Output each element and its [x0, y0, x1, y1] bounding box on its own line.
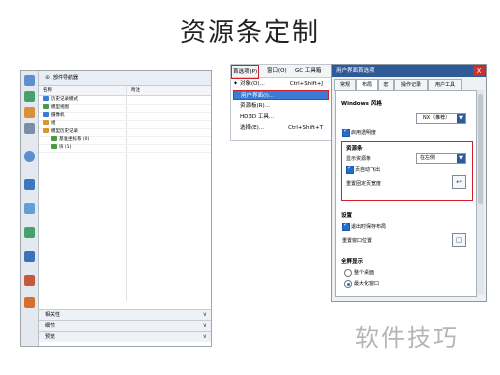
slide-title: 资源条定制	[179, 18, 320, 48]
clock-icon[interactable]	[24, 203, 35, 214]
shortcut-label: Ctrl+Shift+T	[288, 125, 323, 131]
column-name[interactable]: 名称	[43, 86, 52, 95]
part-navigator-panel: ⊕ 部件导航器 名称 附注 历史记录模式 模型视图 摄像机 组 模型历史记录 基准…	[20, 70, 212, 347]
section-resource-bar: 资源条	[346, 146, 363, 152]
menu-item-hd3d-tools[interactable]: HD3D 工具...	[233, 112, 329, 122]
save-layout-checkbox[interactable]	[342, 221, 350, 231]
ui-preferences-dialog: 用户界面首选项 X 常规 布局 宏 操作记录 用户工具 Windows 风格 N…	[331, 64, 487, 302]
web-browser-icon[interactable]	[24, 151, 35, 162]
column-header: 名称 附注	[39, 86, 211, 96]
navigator-title: 部件导航器	[53, 75, 79, 81]
datum-csys-icon	[51, 136, 57, 141]
pane-preview[interactable]: 预览 ∨	[39, 331, 211, 342]
window-icon: ▢	[455, 236, 463, 244]
fullscreen-desktop-radio[interactable]	[344, 269, 352, 277]
chevron-down-icon: ▼	[457, 154, 465, 163]
pane-dependencies[interactable]: 相关性 ∨	[39, 309, 211, 320]
show-resource-bar-label: 显示资源条	[346, 156, 372, 162]
menu-window[interactable]: 窗口(O)	[267, 65, 287, 77]
section-windows-style: Windows 风格	[341, 101, 382, 107]
chevron-down-icon: ∨	[202, 322, 207, 329]
resource-bar	[21, 71, 39, 346]
tree-node-label: 基准坐标系 (0)	[59, 137, 90, 142]
fullscreen-maximize-radio[interactable]	[344, 280, 352, 288]
tree-node-label: 摄像机	[51, 113, 65, 118]
menu-item-palettes[interactable]: 资源板(R)...	[233, 101, 329, 111]
folder-icon	[43, 128, 49, 133]
chevron-down-icon: ∨	[202, 333, 207, 340]
menu-bar: 首选项(P) 窗口(O) GC 工具箱	[231, 65, 331, 79]
tree-node-label: 组	[51, 121, 56, 126]
auto-flyout-label: 页自动飞出	[355, 167, 381, 173]
history-mode-icon	[43, 96, 49, 101]
menu-preferences[interactable]: 首选项(P)	[231, 65, 260, 79]
reuse-library-icon[interactable]	[24, 123, 35, 134]
roles-icon[interactable]	[24, 275, 35, 286]
layout-panel: Windows 风格 NX（推荐）▼ 启用透明度 资源条 显示资源条 在左侧▼ …	[335, 90, 477, 297]
assembly-navigator-icon[interactable]	[24, 91, 35, 102]
visualization-icon[interactable]	[24, 297, 35, 308]
chevron-down-icon: ▼	[457, 114, 465, 123]
preferences-menu: 首选项(P) 窗口(O) GC 工具箱 ✦ 对象(O)... Ctrl+Shift+…	[230, 64, 332, 141]
chevron-down-icon: ∨	[202, 311, 207, 318]
menu-item-object[interactable]: ✦ 对象(O)... Ctrl+Shift+J	[233, 79, 329, 89]
shortcut-label: Ctrl+Shift+J	[289, 81, 323, 87]
column-attach[interactable]: 附注	[131, 86, 140, 95]
pin-icon[interactable]: ⊕	[45, 71, 50, 85]
reset-window-position-button[interactable]: ▢	[452, 233, 466, 247]
process-studio-icon[interactable]	[24, 251, 35, 262]
reset-pinned-width-label: 重置固定页宽度	[346, 181, 382, 187]
folder-icon	[43, 120, 49, 125]
scrollbar-thumb[interactable]	[478, 94, 483, 204]
tree-node-label: 块 (1)	[59, 145, 72, 150]
system-materials-icon[interactable]	[24, 227, 35, 238]
navigator-icon[interactable]	[24, 75, 35, 86]
style-select[interactable]: NX（推荐） ▼	[416, 113, 466, 124]
save-layout-label: 退出时保存布局	[351, 224, 387, 230]
close-button[interactable]: X	[473, 66, 485, 76]
model-views-icon	[43, 104, 49, 109]
menu-item-selection[interactable]: 选择(E)... Ctrl+Shift+T	[233, 123, 329, 133]
fullscreen-desktop-label: 整个桌面	[354, 270, 375, 276]
section-settings: 设置	[341, 213, 353, 219]
undo-arrow-icon: ↩	[456, 178, 462, 186]
fullscreen-maximize-label: 最大化窗口	[354, 281, 380, 287]
auto-flyout-checkbox[interactable]	[346, 164, 354, 174]
section-fullscreen: 全屏显示	[341, 259, 364, 265]
object-icon: ✦	[233, 80, 239, 87]
reset-pinned-width-button[interactable]: ↩	[452, 175, 466, 189]
feature-tree: 历史记录模式 模型视图 摄像机 组 模型历史记录 基准坐标系 (0) 块 (1)	[39, 96, 211, 301]
watermark: 软件技巧	[355, 324, 459, 352]
tree-node-label: 历史记录模式	[51, 97, 78, 102]
enable-transparency-checkbox[interactable]	[342, 127, 350, 137]
dialog-titlebar: 用户界面首选项 X	[332, 65, 486, 77]
history-icon[interactable]	[24, 179, 35, 190]
camera-icon	[43, 112, 49, 117]
block-icon	[51, 144, 57, 149]
pane-details[interactable]: 细节 ∨	[39, 320, 211, 331]
dialog-scrollbar[interactable]	[477, 90, 484, 295]
enable-transparency-label: 启用透明度	[351, 130, 377, 136]
resource-bar-position-select[interactable]: 在左侧 ▼	[416, 153, 466, 164]
dialog-title: 用户界面首选项	[336, 68, 375, 74]
part-navigator-icon[interactable]	[24, 107, 35, 118]
tree-node-label: 模型历史记录	[51, 129, 78, 134]
menu-gc-toolkit[interactable]: GC 工具箱	[295, 65, 321, 77]
navigator-header: ⊕ 部件导航器	[39, 71, 211, 86]
reset-window-position-label: 重置窗口位置	[342, 238, 373, 244]
tree-node[interactable]: 块 (1)	[39, 144, 211, 153]
tree-node-label: 模型视图	[51, 105, 69, 110]
menu-item-user-interface[interactable]: 用户界面(I)...	[233, 90, 329, 100]
